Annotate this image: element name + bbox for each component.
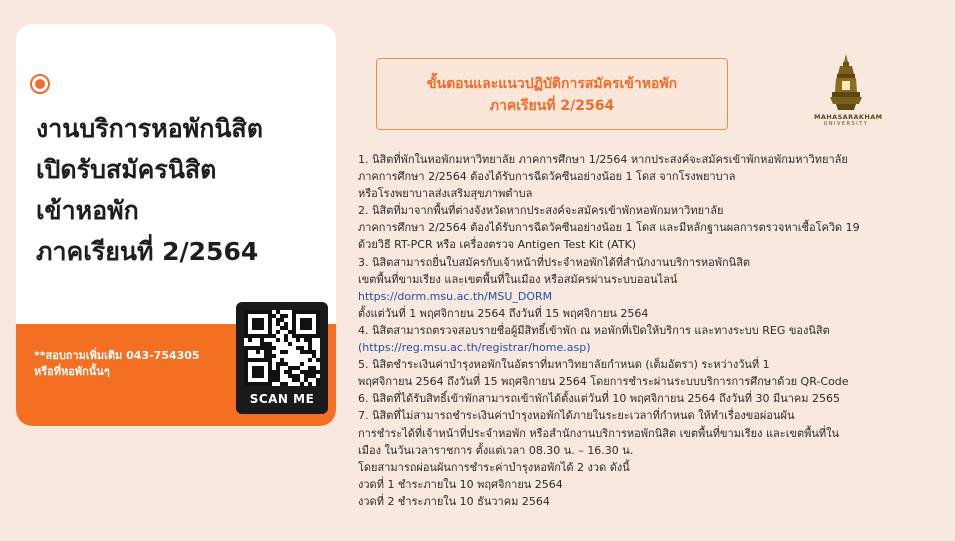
qr-module — [316, 382, 320, 386]
step-line: หรือโรงพยาบาลส่งเสริมสุขภาพตำบล — [358, 187, 533, 201]
step-line: เมือง ในวันเวลาราชการ ตั้งแต่เวลา 08.30 … — [358, 443, 634, 457]
university-logo: MAHASARAKHAM UNIVERSITY — [814, 52, 883, 134]
headline-line: ภาคเรียนที่ 2/2564 — [36, 237, 259, 266]
step-line: งวดที่ 2 ชำระภายใน 10 ธันวาคม 2564 — [358, 494, 550, 508]
qr-module — [300, 362, 304, 366]
qr-module — [316, 334, 320, 338]
title-line: ภาคเรียนที่ 2/2564 — [489, 98, 615, 114]
step-line: โดยสามารถผ่อนผันการชำระค่าบำรุงหอพักได้ … — [358, 460, 630, 474]
step-line: ภาคการศึกษา 2/2564 ต้องได้รับการฉีดวัคซี… — [358, 221, 860, 235]
step-line: ด้วยวิธี RT-PCR หรือ เครื่องตรวจ Antigen… — [358, 238, 637, 252]
step-line: 5. นิสิตชำระเงินค่าบำรุงหอพักในอัตราที่ม… — [358, 358, 770, 372]
qr-code-badge[interactable]: SCAN ME — [236, 302, 328, 414]
dorm-registration-link[interactable]: https://dorm.msu.ac.th/MSU_DORM — [358, 288, 918, 305]
contact-line: **สอบถามเพิ่มเติม 043-754305 — [34, 349, 200, 362]
qr-module — [288, 342, 292, 346]
qr-module — [308, 358, 312, 362]
qr-module — [268, 382, 272, 386]
scan-me-label: SCAN ME — [249, 392, 315, 406]
step-line: งวดที่ 1 ชำระภายใน 10 พฤศจิกายน 2564 — [358, 477, 563, 491]
qr-module — [300, 382, 304, 386]
qr-module — [296, 338, 300, 342]
qr-module — [284, 382, 288, 386]
headline-line: เข้าหอพัก — [36, 196, 139, 225]
step-line: 3. นิสิตสามารถยื่นใบสมัครกับเจ้าหน้าที่ป… — [358, 255, 751, 269]
qr-module — [260, 374, 264, 378]
qr-module — [248, 338, 252, 342]
title-line: ขั้นตอนและแนวปฏิบัติการสมัครเข้าหอพัก — [426, 76, 678, 92]
reg-system-link[interactable]: (https://reg.msu.ac.th/registrar/home.as… — [358, 339, 918, 356]
step-line: การชำระได้ที่เจ้าหน้าที่ประจำหอพัก หรือส… — [358, 426, 840, 440]
qr-module — [256, 350, 260, 354]
bullet-dot-icon — [30, 74, 50, 94]
contact-info: **สอบถามเพิ่มเติม 043-754305 หรือที่หอพั… — [34, 348, 234, 380]
qr-module — [272, 354, 276, 358]
headline: งานบริการหอพักนิสิต เปิดรับสมัครนิสิต เข… — [36, 108, 332, 272]
step-line: 7. นิสิตที่ไม่สามารถชำระเงินค่าบำรุงหอพั… — [358, 409, 795, 423]
step-line: 1. นิสิตที่พักในหอพักมหาวิทยาลัย ภาคการศ… — [358, 153, 848, 166]
step-line: 2. นิสิตที่มาจากพื้นที่ต่างจังหวัดหากประ… — [358, 204, 724, 218]
step-line: พฤศจิกายน 2564 ถึงวันที่ 15 พฤศจิกายน 25… — [358, 375, 849, 389]
qr-code-icon — [244, 310, 320, 386]
step-line: ภาคการศึกษา 2/2564 ต้องได้รับการฉีดวัคซี… — [358, 170, 736, 184]
qr-module — [316, 358, 320, 362]
step-line: 4. นิสิตสามารถตรวจสอบรายชื่อผู้มีสิทธิ์เ… — [358, 323, 830, 337]
logo-subtitle: UNIVERSITY — [823, 121, 869, 127]
step-line: 6. นิสิตที่ได้รับสิทธิ์เข้าพักสามารถเข้า… — [358, 392, 840, 406]
qr-module — [276, 338, 280, 342]
logo-name: MAHASARAKHAM — [814, 113, 883, 121]
qr-module — [284, 314, 288, 318]
contact-line: หรือที่หอพักนั้นๆ — [34, 365, 110, 378]
steps-list: 1. นิสิตที่พักในหอพักมหาวิทยาลัย ภาคการศ… — [358, 151, 918, 510]
qr-module — [276, 330, 280, 334]
qr-module — [316, 370, 320, 374]
qr-module — [260, 326, 264, 330]
qr-module — [284, 350, 288, 354]
headline-line: งานบริการหอพักนิสิต — [36, 114, 263, 143]
qr-module — [272, 346, 276, 350]
step-line: เขตพื้นที่ขามเรียง และเขตพื้นที่ในเมือง … — [358, 272, 678, 286]
qr-module — [308, 382, 312, 386]
step-line: ตั้งแต่วันที่ 1 พฤศจิกายน 2564 ถึงวันที่… — [358, 306, 649, 320]
university-emblem-icon — [830, 54, 862, 110]
qr-module — [308, 326, 312, 330]
page-title: ขั้นตอนและแนวปฏิบัติการสมัครเข้าหอพัก ภา… — [376, 58, 728, 130]
headline-line: เปิดรับสมัครนิสิต — [36, 155, 217, 184]
